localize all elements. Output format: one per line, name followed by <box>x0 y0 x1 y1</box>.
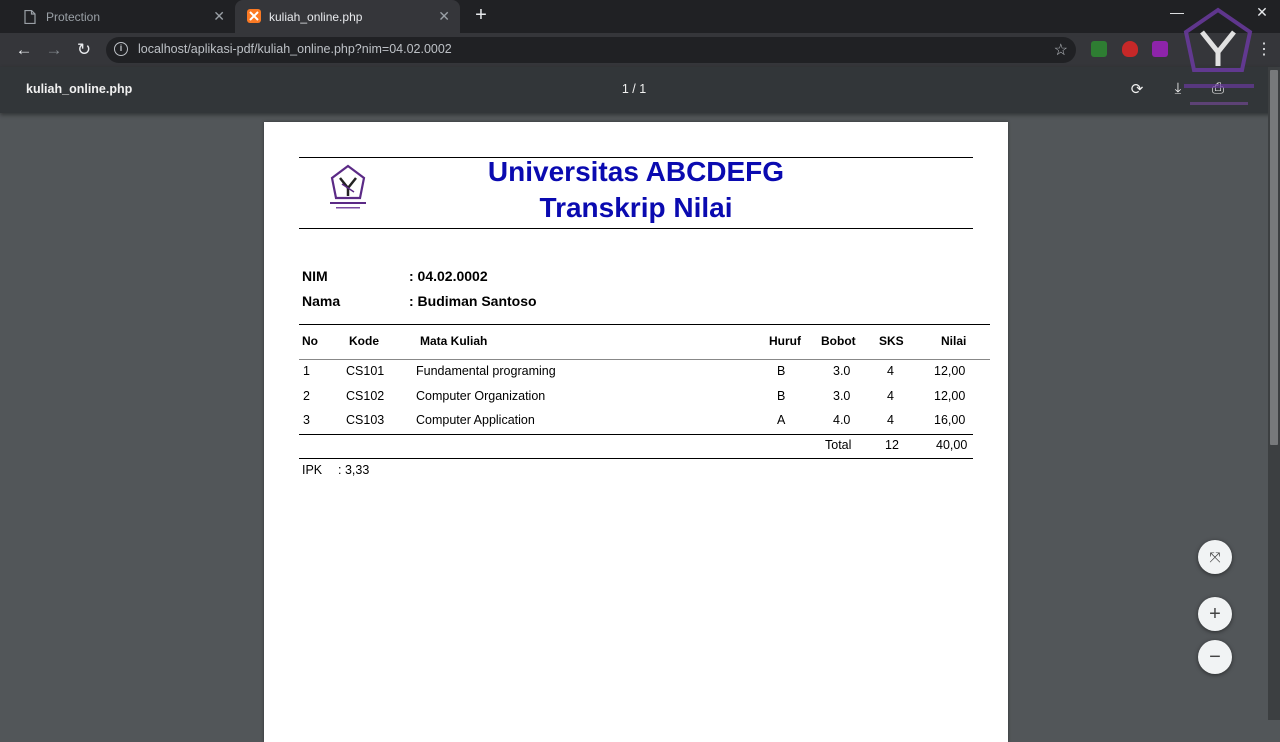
extension-icon[interactable] <box>1091 41 1107 57</box>
cell-kode: CS101 <box>346 364 385 378</box>
col-header-sks: SKS <box>879 334 904 348</box>
cell-nilai: 12,00 <box>934 389 966 403</box>
document-icon <box>24 10 36 24</box>
nim-label: NIM <box>302 268 328 284</box>
cell-sks: 4 <box>887 364 894 378</box>
table-body-rule <box>299 434 973 435</box>
col-header-no: No <box>302 334 318 348</box>
cell-no: 3 <box>303 413 310 427</box>
col-header-kode: Kode <box>349 334 379 348</box>
url-text[interactable]: localhost/aplikasi-pdf/kuliah_online.php… <box>138 42 452 56</box>
rotate-icon[interactable]: ⟳ <box>1127 80 1147 98</box>
cell-bobot: 4.0 <box>833 413 851 427</box>
col-header-mata-kuliah: Mata Kuliah <box>420 334 488 348</box>
header-bottom-rule <box>299 228 973 229</box>
page-indicator: 1 / 1 <box>621 82 647 96</box>
table-bottom-rule <box>299 458 973 459</box>
xampp-icon <box>247 9 261 23</box>
col-header-nilai: Nilai <box>941 334 967 348</box>
new-tab-icon[interactable]: + <box>470 4 492 27</box>
table-top-rule <box>299 324 990 325</box>
cell-no: 2 <box>303 389 310 403</box>
cell-huruf: B <box>777 364 786 378</box>
table-row: 3 CS103 Computer Application A 4.0 4 16,… <box>299 411 973 433</box>
fit-to-page-button[interactable]: ⤧ <box>1198 540 1232 574</box>
table-header-rule <box>299 359 990 360</box>
close-icon[interactable]: ✕ <box>438 8 450 25</box>
table-row: 2 CS102 Computer Organization B 3.0 4 12… <box>299 387 973 409</box>
cell-bobot: 3.0 <box>833 364 851 378</box>
nim-value: : 04.02.0002 <box>409 268 488 284</box>
star-icon[interactable]: ☆ <box>1054 40 1068 60</box>
nama-label: Nama <box>302 293 341 309</box>
document-subtitle: Transkrip Nilai <box>539 192 733 223</box>
cell-nilai: 16,00 <box>934 413 966 427</box>
cell-huruf: A <box>777 413 786 427</box>
tab-title: kuliah_online.php <box>269 9 363 24</box>
zoom-out-button[interactable]: − <box>1198 640 1232 674</box>
col-header-bobot: Bobot <box>821 334 856 348</box>
address-bar[interactable]: i localhost/aplikasi-pdf/kuliah_online.p… <box>106 37 1076 63</box>
zoom-in-button[interactable]: + <box>1198 597 1232 631</box>
tab-protection[interactable]: Protection ✕ <box>0 0 235 33</box>
info-icon[interactable]: i <box>114 42 128 56</box>
forward-icon[interactable]: → <box>42 38 66 62</box>
cell-kode: CS102 <box>346 389 385 403</box>
total-nilai: 40,00 <box>936 438 968 452</box>
watermark-logo-icon <box>1183 7 1254 105</box>
cell-mata-kuliah: Fundamental programing <box>416 364 556 378</box>
scrollbar-thumb[interactable] <box>1270 70 1278 445</box>
extension-icon[interactable] <box>1152 41 1168 57</box>
cell-huruf: B <box>777 389 786 403</box>
cell-nilai: 12,00 <box>934 364 966 378</box>
cell-sks: 4 <box>887 389 894 403</box>
reload-icon[interactable]: ↻ <box>72 38 96 62</box>
tab-title: Protection <box>46 9 101 24</box>
tab-kuliah-online[interactable]: kuliah_online.php ✕ <box>235 0 460 33</box>
cell-no: 1 <box>303 364 310 378</box>
close-icon[interactable]: ✕ <box>213 8 225 25</box>
university-logo-icon <box>330 164 366 209</box>
back-icon[interactable]: ← <box>12 38 36 62</box>
table-row: 1 CS101 Fundamental programing B 3.0 4 1… <box>299 362 973 384</box>
nama-value: : Budiman Santoso <box>409 293 537 309</box>
cell-mata-kuliah: Computer Organization <box>416 389 546 403</box>
total-label: Total <box>825 438 852 452</box>
pdf-title: kuliah_online.php <box>26 82 133 96</box>
shield-icon[interactable] <box>1122 41 1138 57</box>
cell-sks: 4 <box>887 413 894 427</box>
cell-bobot: 3.0 <box>833 389 851 403</box>
cell-kode: CS103 <box>346 413 385 427</box>
col-header-huruf: Huruf <box>769 334 801 348</box>
total-sks: 12 <box>885 438 899 452</box>
university-title: Universitas ABCDEFG <box>487 156 785 187</box>
ipk-label: IPK <box>302 463 323 477</box>
cell-mata-kuliah: Computer Application <box>416 413 535 427</box>
ipk-value: : 3,33 <box>338 463 370 477</box>
